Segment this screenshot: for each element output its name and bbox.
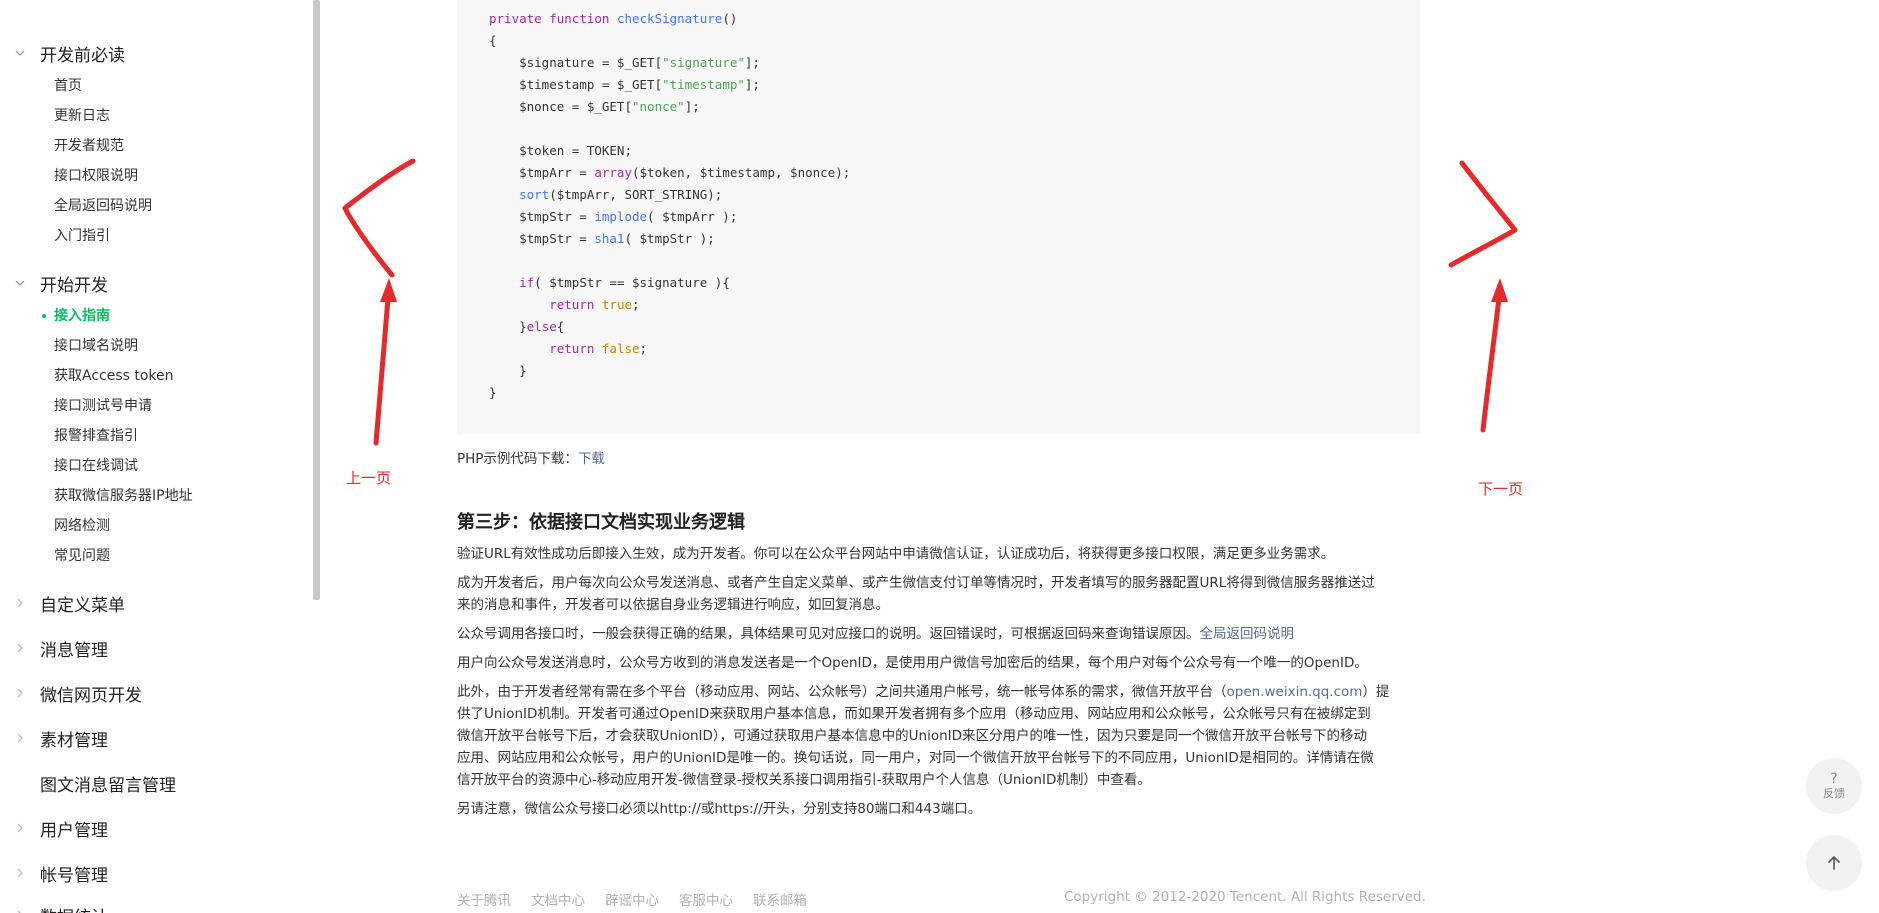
- prev-chevron-annotation: [342, 158, 416, 278]
- next-chevron-annotation: [1448, 160, 1518, 268]
- feedback-button[interactable]: ? 反馈: [1806, 758, 1862, 814]
- prev-arrow-head: [380, 278, 397, 302]
- arrow-up-icon: [1828, 856, 1840, 870]
- next-arrow-shaft: [1480, 295, 1502, 433]
- question-icon: ?: [1830, 771, 1838, 787]
- annotation-overlay: [342, 158, 1518, 446]
- next-arrow-head: [1491, 278, 1508, 302]
- prev-page-annotation-label: 上一页: [346, 469, 392, 487]
- prev-arrow-shaft: [373, 295, 391, 446]
- next-page-annotation-label: 下一页: [1478, 480, 1524, 498]
- feedback-label: 反馈: [1823, 787, 1845, 800]
- back-to-top-button[interactable]: [1806, 835, 1862, 891]
